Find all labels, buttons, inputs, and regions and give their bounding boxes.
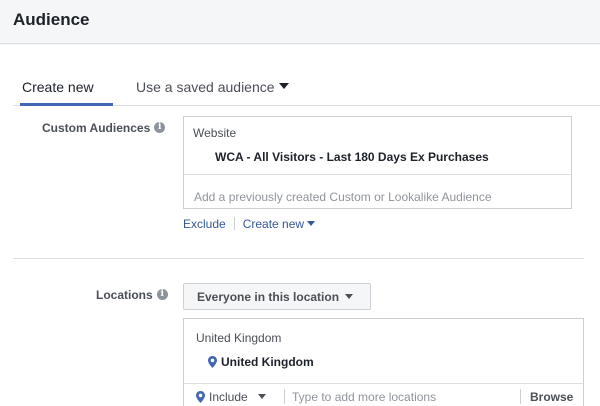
location-pin-icon [196, 390, 205, 403]
custom-audiences-label: Custom Audiences [42, 121, 151, 135]
custom-audiences-label-row: Custom Audiences i [42, 121, 166, 135]
info-icon[interactable]: i [154, 122, 166, 134]
custom-audience-selector: Website WCA - All Visitors - Last 180 Da… [183, 116, 572, 209]
section-header: Audience [0, 0, 600, 44]
location-pin-icon [208, 355, 217, 368]
link-separator [233, 217, 235, 231]
caret-down-icon [307, 221, 316, 227]
tab-create-new[interactable]: Create new [22, 79, 94, 95]
location-input-row: Include Browse [184, 383, 583, 406]
custom-audience-actions: Exclude Create new [183, 217, 316, 231]
browse-button[interactable]: Browse [530, 390, 573, 404]
selected-location-label: United Kingdom [221, 355, 314, 369]
location-selector: United Kingdom United Kingdom Include Br… [183, 318, 584, 406]
locations-label-row: Locations i [96, 288, 168, 302]
locations-label: Locations [96, 288, 153, 302]
tab-use-saved-audience[interactable]: Use a saved audience [136, 79, 289, 95]
exclude-link[interactable]: Exclude [183, 217, 226, 231]
create-new-link[interactable]: Create new [242, 217, 316, 231]
audience-tabs: Create new Use a saved audience [13, 75, 600, 106]
audience-type-heading: Website [193, 126, 237, 140]
selected-audience-item[interactable]: WCA - All Visitors - Last 180 Days Ex Pu… [215, 150, 489, 164]
include-label: Include [209, 390, 248, 404]
audience-panel: Create new Use a saved audience Custom A… [0, 45, 600, 406]
selected-location-item[interactable]: United Kingdom [208, 355, 314, 369]
section-title: Audience [13, 10, 90, 29]
caret-down-icon [345, 294, 354, 300]
include-exclude-dropdown[interactable]: Include [196, 390, 266, 404]
info-icon[interactable]: i [156, 289, 168, 301]
tab-use-saved-audience-label: Use a saved audience [136, 79, 275, 95]
input-separator [284, 389, 285, 404]
section-divider [13, 258, 584, 259]
caret-down-icon [278, 83, 289, 90]
location-scope-value: Everyone in this location [197, 290, 340, 304]
location-group-heading: United Kingdom [196, 331, 282, 345]
active-tab-indicator [20, 103, 113, 106]
caret-down-icon [257, 394, 266, 400]
location-scope-dropdown[interactable]: Everyone in this location [183, 283, 371, 310]
location-search-input[interactable] [292, 388, 512, 406]
custom-audience-search-input[interactable] [184, 174, 571, 208]
input-separator [520, 389, 521, 404]
create-new-link-label: Create new [242, 217, 305, 231]
